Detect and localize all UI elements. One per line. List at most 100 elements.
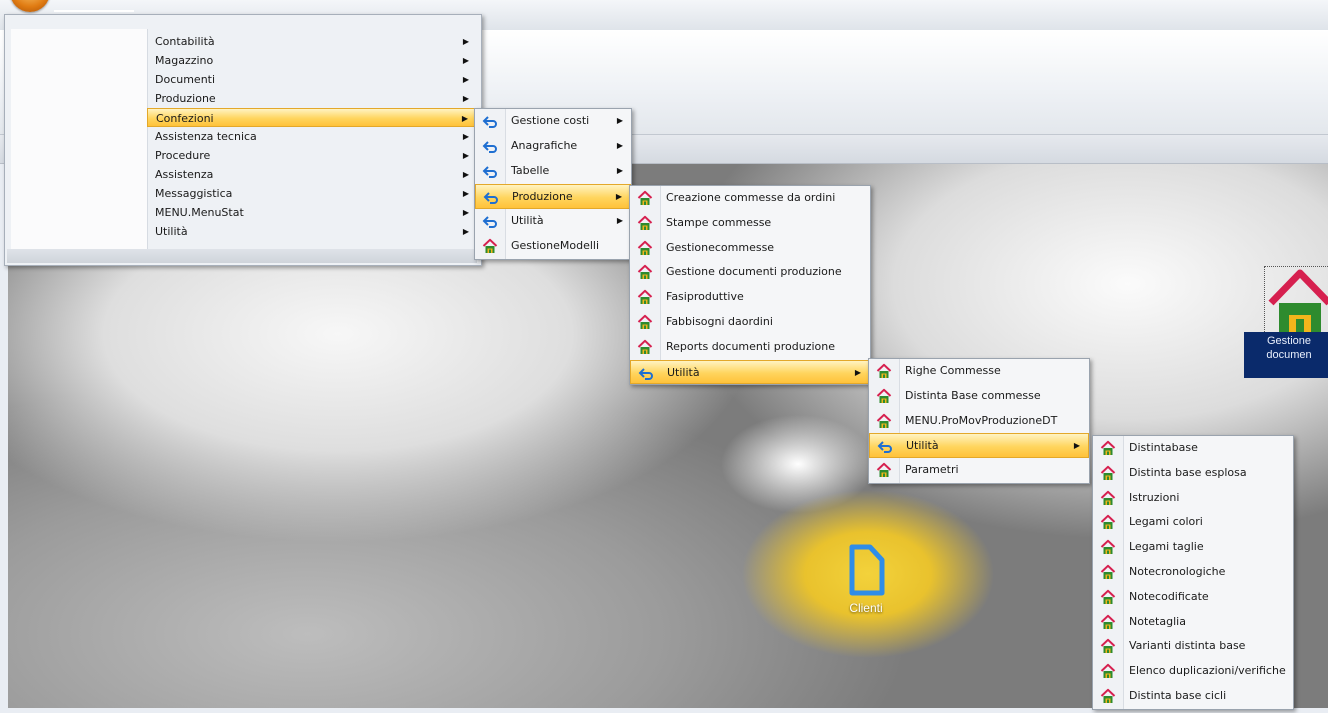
home-icon <box>1100 589 1116 605</box>
submenu-arrow-icon: ▶ <box>462 189 469 198</box>
home-icon <box>876 388 892 404</box>
desktop-icon-gestione-documenti[interactable]: Gestione documen <box>1244 266 1328 378</box>
menu-item-distinta-base-commesse[interactable]: Distinta Base commesse <box>869 384 1089 409</box>
menu-item-legami-colori[interactable]: Legami colori <box>1093 510 1293 535</box>
menu-item-notecodificate[interactable]: Notecodificate <box>1093 585 1293 610</box>
menu-item-legami-taglie[interactable]: Legami taglie <box>1093 535 1293 560</box>
menu-item-label: Documenti <box>155 73 216 86</box>
menu-item-gestionecommesse[interactable]: Gestionecommesse <box>630 236 870 261</box>
menu-item-label: Parametri <box>905 463 959 477</box>
title-tab <box>54 10 134 12</box>
submenu-arrow-icon: ▶ <box>462 170 469 179</box>
submenu-arrow-icon: ▶ <box>462 132 469 141</box>
app-orb-button[interactable] <box>10 0 50 12</box>
menu-item-label: Distinta Base commesse <box>905 388 1041 402</box>
menu-footer <box>7 249 477 263</box>
submenu-produzione: Creazione commesse da ordini Stampe comme… <box>629 185 871 386</box>
menu-item-label: Istruzioni <box>1129 490 1180 504</box>
back-arrow-icon <box>877 438 893 454</box>
submenu-utilita-nested: Distintabase Distinta base esplosa Istruzi… <box>1092 435 1294 710</box>
desktop-icon-clienti[interactable]: Clienti <box>826 544 906 615</box>
back-arrow-icon <box>638 365 654 381</box>
menu-item-label: Produzione <box>512 190 573 203</box>
home-icon <box>1100 564 1116 580</box>
home-icon <box>1100 465 1116 481</box>
menu-item-label: Notetaglia <box>1129 614 1186 628</box>
home-icon <box>1268 269 1328 333</box>
application-menu-list: Contabilità ▶ Magazzino ▶ Documenti ▶ Produzio… <box>147 32 477 241</box>
submenu-arrow-icon: ▶ <box>616 141 623 150</box>
menu-item-magazzino[interactable]: Magazzino ▶ <box>147 51 477 70</box>
submenu-arrow-icon: ▶ <box>616 216 623 225</box>
menu-item-procedure[interactable]: Procedure ▶ <box>147 146 477 165</box>
menu-item-label: Gestione documenti produzione <box>666 265 842 279</box>
menu-item-documenti[interactable]: Documenti ▶ <box>147 70 477 89</box>
menu-item-distinta-base-cicli[interactable]: Distinta base cicli <box>1093 684 1293 709</box>
menu-item-utilit-[interactable]: Utilità ▶ <box>630 359 870 385</box>
menu-item-istruzioni[interactable]: Istruzioni <box>1093 486 1293 511</box>
menu-item-menu-menustat[interactable]: MENU.MenuStat ▶ <box>147 203 477 222</box>
menu-item-menu-promovproduzionedt[interactable]: MENU.ProMovProduzioneDT <box>869 409 1089 434</box>
back-arrow-icon <box>483 189 499 205</box>
submenu-arrow-icon: ▶ <box>462 56 469 65</box>
menu-item-label: Fabbisogni daordini <box>666 314 773 328</box>
menu-item-gestione-costi[interactable]: Gestione costi ▶ <box>475 109 631 134</box>
menu-item-fasiproduttive[interactable]: Fasiproduttive <box>630 285 870 310</box>
back-arrow-icon <box>482 213 498 229</box>
menu-item-anagrafiche[interactable]: Anagrafiche ▶ <box>475 134 631 159</box>
menu-item-label: Assistenza <box>155 168 214 181</box>
menu-item-distintabase[interactable]: Distintabase <box>1093 436 1293 461</box>
menu-item-utilit-[interactable]: Utilità ▶ <box>147 222 477 241</box>
menu-item-label: MENU.ProMovProduzioneDT <box>905 413 1058 427</box>
back-arrow-icon <box>482 163 498 179</box>
menu-item-label: Utilità <box>511 214 544 227</box>
menu-item-notecronologiche[interactable]: Notecronologiche <box>1093 560 1293 585</box>
menu-item-gestione-documenti-produzione[interactable]: Gestione documenti produzione <box>630 260 870 285</box>
menu-item-label: Notecodificate <box>1129 589 1209 603</box>
menu-item-label: Magazzino <box>155 54 214 67</box>
menu-item-gestionemodelli[interactable]: GestioneModelli <box>475 234 631 259</box>
menu-item-label: Produzione <box>155 92 216 105</box>
menu-item-contabilit-[interactable]: Contabilità ▶ <box>147 32 477 51</box>
home-icon <box>637 314 653 330</box>
menu-item-label: Distintabase <box>1129 441 1198 454</box>
menu-item-label: Creazione commesse da ordini <box>666 191 836 204</box>
menu-item-label: Fasiproduttive <box>666 290 744 304</box>
menu-item-label: Tabelle <box>511 164 550 177</box>
menu-item-elenco-duplicazioni-verifiche[interactable]: Elenco duplicazioni/verifiche <box>1093 659 1293 684</box>
home-icon <box>637 264 653 280</box>
menu-item-utilit-[interactable]: Utilità ▶ <box>475 209 631 234</box>
menu-item-righe-commesse[interactable]: Righe Commesse <box>869 359 1089 384</box>
menu-item-tabelle[interactable]: Tabelle ▶ <box>475 159 631 184</box>
menu-item-messaggistica[interactable]: Messaggistica ▶ <box>147 184 477 203</box>
menu-item-creazione-commesse-da-ordini[interactable]: Creazione commesse da ordini <box>630 186 870 211</box>
back-arrow-icon <box>482 138 498 154</box>
menu-item-label: Elenco duplicazioni/verifiche <box>1129 664 1286 678</box>
menu-item-stampe-commesse[interactable]: Stampe commesse <box>630 211 870 236</box>
home-icon <box>876 462 892 478</box>
menu-item-label: Distinta base cicli <box>1129 688 1227 702</box>
menu-item-reports-documenti-produzione[interactable]: Reports documenti produzione <box>630 335 870 360</box>
menu-item-produzione[interactable]: Produzione ▶ <box>475 184 631 209</box>
menu-item-label: Gestione costi <box>511 114 590 127</box>
home-icon <box>637 190 653 206</box>
home-icon <box>876 413 892 429</box>
submenu-arrow-icon: ▶ <box>462 208 469 217</box>
menu-item-fabbisogni-daordini[interactable]: Fabbisogni daordini <box>630 310 870 335</box>
menu-item-assistenza[interactable]: Assistenza ▶ <box>147 165 477 184</box>
menu-item-confezioni[interactable]: Confezioni ▶ <box>147 108 477 127</box>
menu-item-utilit-[interactable]: Utilità ▶ <box>869 433 1089 459</box>
menu-item-label: Messaggistica <box>155 187 233 200</box>
menu-item-notetaglia[interactable]: Notetaglia <box>1093 610 1293 635</box>
menu-item-distinta-base-esplosa[interactable]: Distinta base esplosa <box>1093 461 1293 486</box>
menu-item-parametri[interactable]: Parametri <box>869 458 1089 483</box>
submenu-confezioni: Gestione costi ▶ Anagrafiche ▶ Tabelle ▶ Produ… <box>474 108 632 260</box>
menu-item-label: Stampe commesse <box>666 215 772 229</box>
menu-item-label: Righe Commesse <box>905 364 1001 377</box>
menu-item-label: Varianti distinta base <box>1129 639 1246 653</box>
menu-item-varianti-distinta-base[interactable]: Varianti distinta base <box>1093 634 1293 659</box>
menu-item-produzione[interactable]: Produzione ▶ <box>147 89 477 108</box>
menu-item-assistenza-tecnica[interactable]: Assistenza tecnica ▶ <box>147 127 477 146</box>
menu-item-label: Anagrafiche <box>511 139 578 152</box>
home-icon <box>876 363 892 379</box>
